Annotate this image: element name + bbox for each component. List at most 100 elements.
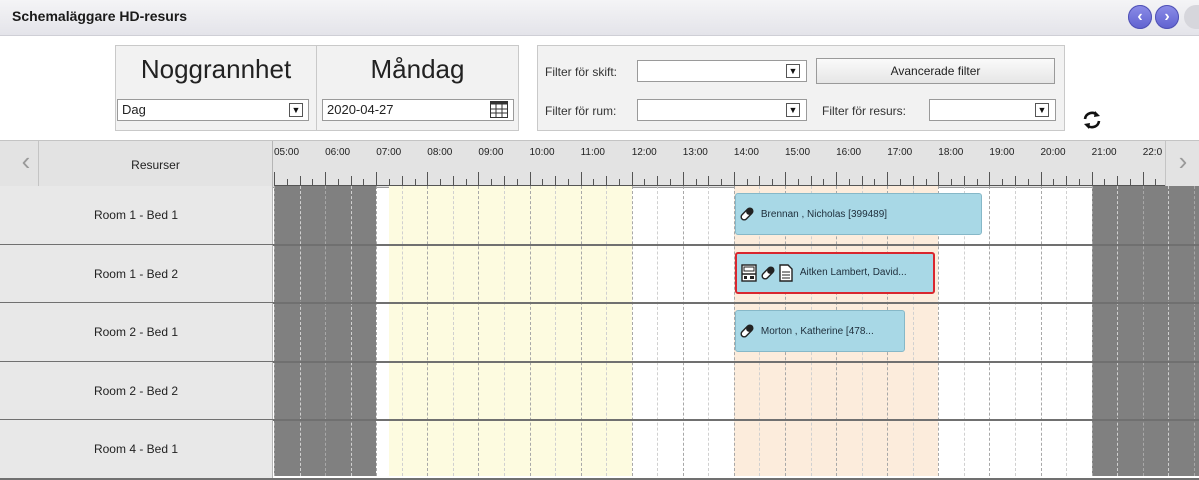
hour-label: 22:0 bbox=[1142, 147, 1163, 158]
hour-tick bbox=[376, 172, 378, 186]
resource-row-label: Room 1 - Bed 2 bbox=[0, 244, 273, 303]
half-hour-gridline bbox=[1117, 186, 1119, 476]
machine-icon bbox=[740, 263, 758, 282]
hour-gridline bbox=[580, 186, 582, 476]
hour-label: 13:00 bbox=[682, 147, 708, 158]
hour-label: 20:00 bbox=[1040, 147, 1066, 158]
hour-tick bbox=[580, 172, 582, 186]
closed-hours-block bbox=[1091, 186, 1199, 476]
shift-filter-select[interactable] bbox=[637, 60, 807, 82]
previous-button[interactable]: ‹ bbox=[1128, 5, 1152, 29]
hour-tick bbox=[836, 172, 838, 186]
advanced-filter-button[interactable]: Avancerade filter bbox=[816, 58, 1055, 84]
chevron-down-icon[interactable]: ▼ bbox=[786, 103, 800, 117]
hour-gridline bbox=[427, 186, 429, 476]
half-hour-gridline bbox=[401, 186, 403, 476]
hour-tick bbox=[274, 172, 275, 186]
chevron-left-icon: ‹ bbox=[21, 146, 31, 176]
half-hour-gridline bbox=[1014, 186, 1016, 476]
hour-gridline bbox=[1193, 186, 1195, 476]
resource-row-label: Room 2 - Bed 2 bbox=[0, 361, 273, 420]
granularity-value: Dag bbox=[122, 102, 146, 117]
syringe-icon bbox=[739, 206, 755, 222]
hour-gridline bbox=[325, 186, 327, 476]
hour-label: 19:00 bbox=[989, 147, 1015, 158]
hour-tick bbox=[733, 172, 735, 186]
half-hour-gridline bbox=[708, 186, 710, 476]
hour-label: 06:00 bbox=[325, 147, 351, 158]
hour-gridline bbox=[376, 186, 378, 476]
granularity-select[interactable]: Dag bbox=[117, 99, 309, 121]
half-hour-gridline bbox=[1066, 186, 1068, 476]
chevron-down-icon[interactable]: ▼ bbox=[786, 64, 800, 78]
hour-tick bbox=[785, 172, 786, 186]
resource-row-label: Room 4 - Bed 1 bbox=[0, 420, 273, 479]
shift-filter-label: Filter för skift: bbox=[545, 65, 618, 79]
hour-label: 14:00 bbox=[733, 147, 759, 158]
hour-tick bbox=[631, 172, 633, 186]
room-filter-label: Filter för rum: bbox=[545, 104, 617, 118]
date-field[interactable]: 2020-04-27 bbox=[322, 99, 514, 121]
hour-tick bbox=[529, 172, 531, 186]
hour-tick bbox=[1142, 172, 1144, 186]
chevron-left-icon: ‹ bbox=[1137, 8, 1143, 25]
half-hour-gridline bbox=[606, 186, 608, 476]
syringe-icon bbox=[739, 323, 755, 339]
appointment-block[interactable]: Aitken Lambert, David... bbox=[734, 251, 936, 294]
page-title: Schemaläggare HD-resurs bbox=[12, 8, 188, 24]
chevron-down-icon[interactable]: ▼ bbox=[1035, 103, 1049, 117]
scroll-right-button[interactable]: › bbox=[1165, 141, 1199, 186]
room-filter-select[interactable] bbox=[637, 99, 807, 121]
refresh-icon[interactable] bbox=[1082, 110, 1102, 130]
day-title: Måndag bbox=[370, 54, 465, 84]
hour-gridline bbox=[529, 186, 531, 476]
half-hour-gridline bbox=[657, 186, 659, 476]
appointment-block[interactable]: Brennan , Nicholas [399489] bbox=[734, 193, 982, 235]
half-hour-gridline bbox=[503, 186, 505, 476]
hour-label: 09:00 bbox=[478, 147, 504, 158]
hour-tick bbox=[989, 172, 991, 186]
half-hour-gridline bbox=[1168, 186, 1170, 476]
half-hour-gridline bbox=[555, 186, 557, 476]
hour-label: 11:00 bbox=[580, 147, 605, 158]
hour-tick bbox=[1040, 172, 1042, 186]
hour-gridline bbox=[274, 186, 275, 476]
chevron-down-icon[interactable]: ▼ bbox=[289, 103, 303, 117]
hour-tick bbox=[1091, 172, 1093, 186]
hour-tick bbox=[478, 172, 480, 186]
document-icon bbox=[778, 263, 794, 282]
half-hour-gridline bbox=[452, 186, 454, 476]
appointment-label: Aitken Lambert, David... bbox=[799, 267, 907, 278]
resource-filter-label: Filter för resurs: bbox=[822, 104, 907, 118]
appointment-block[interactable]: Morton , Katherine [478... bbox=[734, 310, 906, 352]
hour-tick bbox=[887, 172, 889, 186]
hour-label: 10:00 bbox=[529, 147, 555, 158]
scroll-left-button[interactable]: ‹ bbox=[14, 141, 39, 186]
chevron-right-icon: › bbox=[1164, 8, 1170, 25]
hour-label: 07:00 bbox=[376, 147, 402, 158]
hour-tick bbox=[938, 172, 940, 186]
hour-gridline bbox=[1040, 186, 1042, 476]
calendar-icon[interactable] bbox=[490, 101, 508, 118]
hour-tick bbox=[682, 172, 684, 186]
hour-label: 08:00 bbox=[427, 147, 453, 158]
granularity-title: Noggrannhet bbox=[140, 54, 292, 84]
hour-gridline bbox=[1142, 186, 1144, 476]
half-hour-gridline bbox=[350, 186, 352, 476]
resource-row-label: Room 1 - Bed 1 bbox=[0, 186, 273, 245]
hour-gridline bbox=[631, 186, 633, 476]
hour-label: 16:00 bbox=[836, 147, 862, 158]
half-hour-gridline bbox=[299, 186, 301, 476]
hour-label: 21:00 bbox=[1091, 147, 1117, 158]
row-separator bbox=[0, 477, 1199, 480]
hour-gridline bbox=[478, 186, 480, 476]
morning-shift-band bbox=[388, 186, 632, 476]
hour-label: 12:00 bbox=[631, 147, 657, 158]
hour-gridline bbox=[989, 186, 991, 476]
resources-header: Resurser bbox=[131, 158, 180, 172]
hour-label: 15:00 bbox=[785, 147, 811, 158]
next-button[interactable]: › bbox=[1155, 5, 1179, 29]
hour-label: 05:00 bbox=[274, 147, 300, 158]
hour-gridline bbox=[682, 186, 684, 476]
hour-label: 18:00 bbox=[938, 147, 964, 158]
